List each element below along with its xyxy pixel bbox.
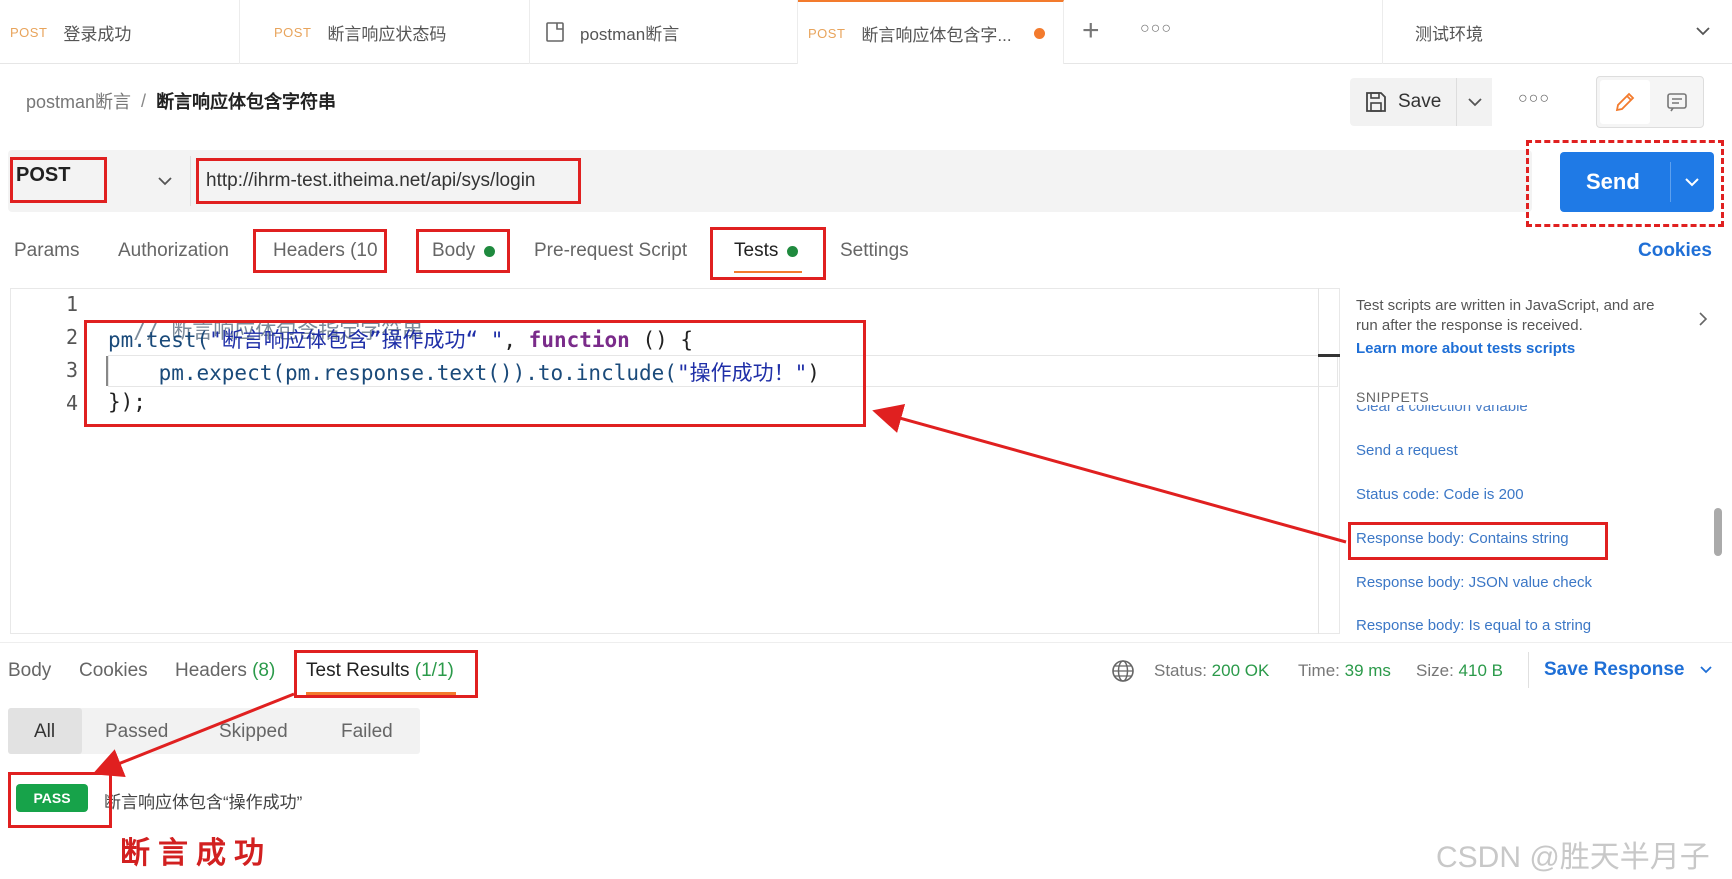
annotation-arrows: [92, 403, 1347, 778]
arrow-results-to-pass: [92, 692, 295, 778]
arrow-snippet-to-code: [872, 403, 1347, 544]
